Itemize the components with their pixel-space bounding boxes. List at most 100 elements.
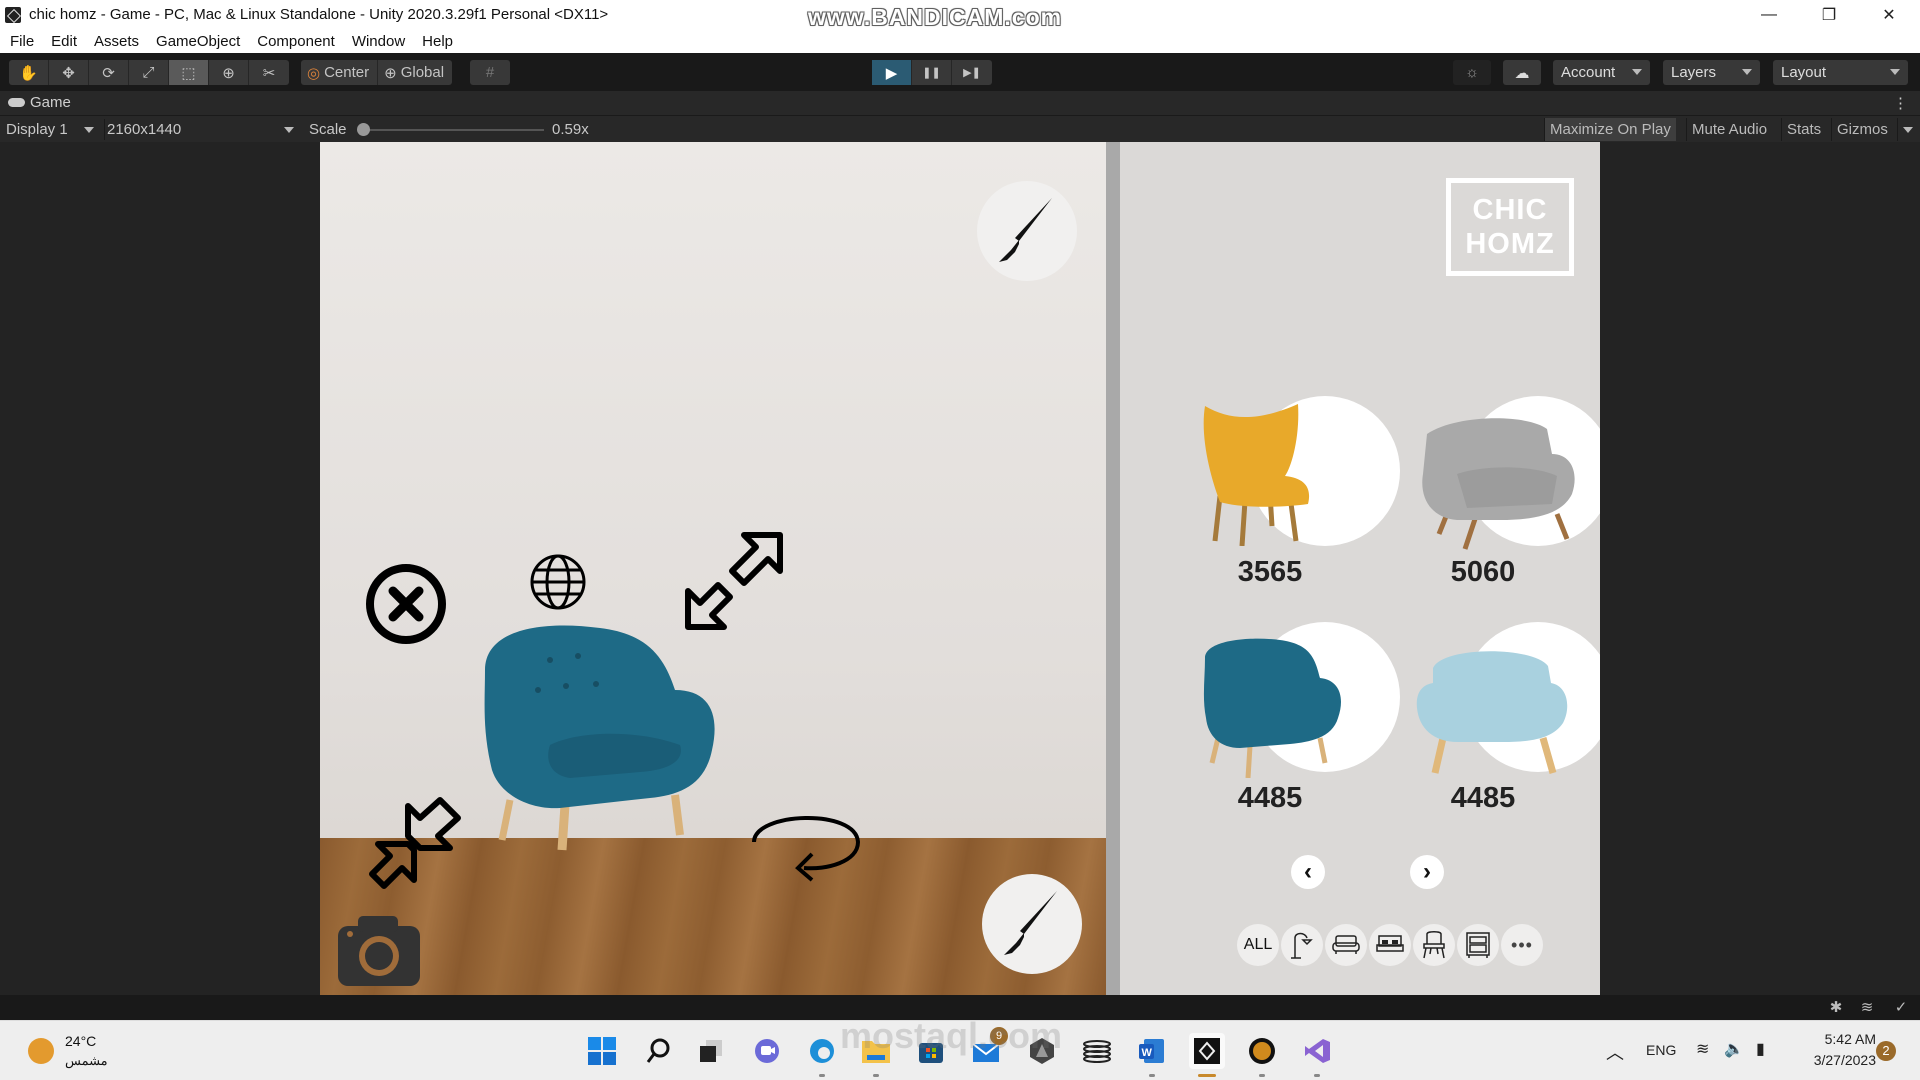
menu-file[interactable]: File <box>10 33 34 50</box>
tab-game[interactable]: Game <box>8 94 71 111</box>
visual-studio-icon <box>1305 1039 1330 1063</box>
pivot-center-button[interactable]: ◎ Center <box>301 60 379 85</box>
category-lamp-button[interactable] <box>1281 924 1323 966</box>
restore-button[interactable]: ❐ <box>1800 0 1858 29</box>
placed-chair[interactable] <box>480 620 730 860</box>
coil-icon <box>1083 1040 1111 1063</box>
notification-badge[interactable]: 2 <box>1876 1041 1896 1061</box>
show-hidden-icons-button[interactable]: ︿ <box>1606 1039 1624 1065</box>
delete-icon[interactable] <box>363 561 449 647</box>
category-chair-button[interactable] <box>1413 924 1455 966</box>
globe-icon[interactable] <box>528 552 588 612</box>
custom-tool-button[interactable]: ✂ <box>249 60 289 85</box>
clock-time[interactable]: 5:42 AM <box>1796 1031 1876 1047</box>
visual-studio-button[interactable] <box>1299 1033 1335 1077</box>
product-card[interactable]: 4485 <box>1413 622 1600 842</box>
step-button[interactable]: ▶❚ <box>952 60 992 85</box>
input-language[interactable]: ENG <box>1646 1042 1676 1058</box>
edge-button[interactable] <box>804 1033 840 1077</box>
layout-dropdown[interactable]: Layout <box>1773 60 1908 85</box>
gizmos-dropdown[interactable] <box>1897 118 1917 141</box>
play-button[interactable]: ▶ <box>872 60 912 85</box>
menu-assets[interactable]: Assets <box>94 33 139 50</box>
product-card[interactable]: 3565 <box>1200 396 1400 616</box>
volume-icon[interactable]: 🔈 <box>1724 1039 1744 1059</box>
product-card[interactable]: 4485 <box>1200 622 1400 842</box>
auto-generate-lighting-icon[interactable]: ✓ <box>1891 998 1911 1018</box>
svg-text:W: W <box>1142 1047 1153 1059</box>
battery-icon[interactable]: ▮ <box>1756 1039 1765 1059</box>
wifi-icon[interactable]: ≋ <box>1696 1039 1709 1059</box>
rotate-tool-button[interactable]: ⟳ <box>89 60 129 85</box>
mute-audio-toggle[interactable]: Mute Audio <box>1686 118 1772 141</box>
transform-icon: ⊕ <box>222 64 235 82</box>
cloud-button[interactable]: ☁ <box>1503 60 1541 85</box>
minimize-button[interactable]: — <box>1740 0 1798 29</box>
layers-dropdown[interactable]: Layers <box>1663 60 1760 85</box>
pivot-tools: ◎ Center ⊕ Global <box>301 60 453 85</box>
scale-slider-track[interactable] <box>364 129 544 131</box>
expand-icon[interactable] <box>682 529 786 633</box>
weather-temperature[interactable]: 24°C <box>65 1033 96 1049</box>
transform-tools: ✋ ✥ ⟳ ⤢ ⬚ ⊕ ✂ <box>9 60 289 85</box>
account-dropdown[interactable]: Account <box>1553 60 1650 85</box>
paint-floor-button[interactable] <box>982 874 1082 974</box>
grey-tufted-armchair-image <box>1422 418 1575 550</box>
category-cabinet-button[interactable] <box>1457 924 1499 966</box>
game-view[interactable]: CHIC HOMZ 3565 5060 4485 4485 ‹ › ALL ••… <box>320 142 1600 995</box>
camera-icon[interactable] <box>336 912 422 988</box>
app-coil-button[interactable] <box>1079 1033 1115 1069</box>
collab-button[interactable]: ☼ <box>1453 60 1491 85</box>
menu-window[interactable]: Window <box>352 33 405 50</box>
menu-component[interactable]: Component <box>257 33 335 50</box>
weather-description[interactable]: مشمس <box>65 1053 108 1069</box>
snap-button[interactable]: # <box>470 60 510 85</box>
start-button[interactable] <box>584 1033 620 1069</box>
menu-gameobject[interactable]: GameObject <box>156 33 240 50</box>
product-price: 4485 <box>1450 782 1516 814</box>
category-more-button[interactable]: ••• <box>1501 924 1543 966</box>
weather-sun-icon[interactable] <box>28 1038 54 1064</box>
transform-tool-button[interactable]: ⊕ <box>209 60 249 85</box>
rotate-icon[interactable] <box>746 802 866 882</box>
rect-tool-button[interactable]: ⬚ <box>169 60 209 85</box>
scale-slider-handle[interactable] <box>357 123 370 136</box>
word-button[interactable]: W <box>1134 1033 1170 1077</box>
room-scene[interactable] <box>320 142 1106 995</box>
chevron-down-icon <box>284 127 294 133</box>
bandicam-button[interactable] <box>1244 1033 1280 1077</box>
next-page-button[interactable]: › <box>1410 855 1444 889</box>
scale-tool-button[interactable]: ⤢ <box>129 60 169 85</box>
more-options-icon[interactable]: ⋮ <box>1893 94 1908 112</box>
unity-editor-button[interactable] <box>1189 1033 1225 1077</box>
paint-wall-button[interactable] <box>977 181 1077 281</box>
category-all-button[interactable]: ALL <box>1237 924 1279 966</box>
gizmos-toggle[interactable]: Gizmos <box>1831 118 1893 141</box>
bed-icon <box>1376 935 1404 952</box>
prev-page-button[interactable]: ‹ <box>1291 855 1325 889</box>
pause-button[interactable]: ❚❚ <box>912 60 952 85</box>
product-card[interactable]: 5060 <box>1413 396 1600 616</box>
debug-off-icon[interactable]: ✱ <box>1826 998 1846 1018</box>
close-button[interactable]: ✕ <box>1860 0 1918 29</box>
display-dropdown[interactable]: Display 1 <box>6 119 98 140</box>
hand-tool-button[interactable]: ✋ <box>9 60 49 85</box>
shrink-icon[interactable] <box>368 796 464 892</box>
move-tool-button[interactable]: ✥ <box>49 60 89 85</box>
task-view-button[interactable] <box>693 1033 729 1069</box>
clock-date[interactable]: 3/27/2023 <box>1780 1052 1876 1068</box>
resolution-dropdown[interactable]: 2160x1440 <box>104 119 298 140</box>
menu-help[interactable]: Help <box>422 33 453 50</box>
stats-toggle[interactable]: Stats <box>1781 118 1826 141</box>
category-bed-button[interactable] <box>1369 924 1411 966</box>
mostaql-watermark: mostaql.com <box>840 1015 1063 1056</box>
space-global-button[interactable]: ⊕ Global <box>378 60 452 85</box>
cache-server-icon[interactable]: ≋ <box>1857 998 1877 1018</box>
search-button[interactable] <box>640 1033 676 1069</box>
teams-chat-button[interactable] <box>749 1033 785 1069</box>
panel-divider <box>1106 142 1120 995</box>
category-sofa-button[interactable] <box>1325 924 1367 966</box>
menu-edit[interactable]: Edit <box>51 33 77 50</box>
bandicam-watermark: www.BANDICAM.com <box>808 4 1063 30</box>
maximize-on-play-toggle[interactable]: Maximize On Play <box>1544 118 1676 141</box>
